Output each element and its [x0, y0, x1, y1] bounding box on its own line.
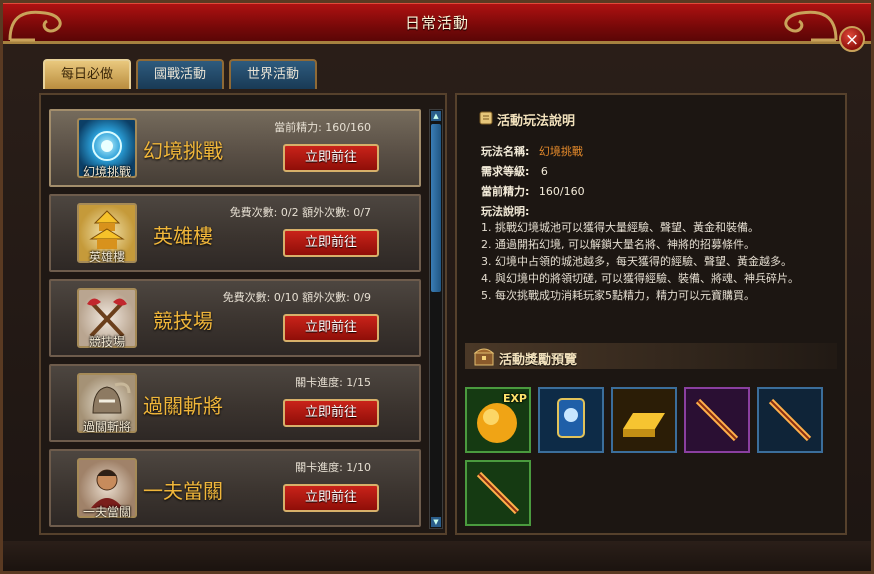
close-icon[interactable]: × — [839, 26, 865, 52]
go-now-button[interactable]: 立即前往 — [283, 144, 379, 172]
current-energy-row: 當前精力: 160/160 — [481, 183, 585, 199]
activity-info: 關卡進度: 1/10 — [295, 461, 371, 474]
section-title-rules: 活動玩法說明 — [497, 114, 576, 129]
activity-name: 過關斬將 — [143, 394, 223, 418]
window-footer — [3, 541, 871, 571]
activity-icon-label: 一夫當關 — [82, 505, 131, 519]
activity-info: 免費次數: 0/2 額外次數: 0/7 — [229, 206, 371, 219]
reward-blue-weapon[interactable] — [757, 387, 823, 453]
blue-sword-icon — [759, 389, 821, 451]
current-energy-label: 當前精力: — [481, 185, 530, 198]
list-item-hero-tower[interactable]: 英雄樓 英雄樓 免費次數: 0/2 額外次數: 0/7 立即前往 — [49, 194, 421, 272]
rule-line: 1. 挑戰幻境城池可以獲得大量經驗、聲望、黃金和裝備。 — [481, 221, 759, 234]
activity-name: 競技場 — [153, 309, 213, 333]
exp-tag: EXP — [502, 392, 527, 405]
activity-name: 一夫當關 — [143, 479, 223, 503]
scroll-icon — [479, 111, 493, 125]
scroll-down-icon[interactable]: ▼ — [431, 517, 441, 527]
list-scrollbar[interactable]: ▲ ▼ — [429, 109, 443, 529]
activity-icon-label: 過關斬將 — [82, 420, 131, 434]
required-level-row: 需求等級: 6 — [481, 163, 548, 179]
gold-bar-icon — [613, 389, 675, 451]
reward-exp[interactable]: EXP — [465, 387, 531, 453]
required-level-label: 需求等級: — [481, 165, 530, 178]
tab-war-activity[interactable]: 國戰活動 — [136, 59, 224, 89]
activity-info: 當前精力: 160/160 — [274, 121, 371, 134]
rule-line: 4. 與幻境中的將領切磋, 可以獲得經驗、裝備、將魂、神兵碎片。 — [481, 272, 799, 285]
rule-line: 5. 每次挑戰成功消耗玩家5點精力，精力可以元寶購買。 — [481, 289, 755, 302]
current-energy-value: 160/160 — [538, 185, 585, 198]
banner-icon — [540, 389, 602, 451]
activity-name: 英雄樓 — [153, 224, 213, 248]
detail-panel: 活動玩法說明 玩法名稱: 幻境挑戰 需求等級: 6 當前精力: 160/160 … — [455, 93, 847, 535]
list-item-one-man-gate[interactable]: 一夫當關 一夫當關 關卡進度: 1/10 立即前往 — [49, 449, 421, 527]
go-now-button[interactable]: 立即前往 — [283, 484, 379, 512]
scroll-up-icon[interactable]: ▲ — [431, 111, 441, 121]
required-level-value: 6 — [540, 165, 548, 178]
tab-world-activity[interactable]: 世界活動 — [229, 59, 317, 89]
activity-icon-label: 英雄樓 — [88, 250, 125, 264]
rules-description-label: 玩法說明: — [481, 205, 530, 218]
activity-window: 日常活動 × 每日必做 國戰活動 世界活動 幻境挑戰 幻境挑戰 當前精力: 16… — [0, 0, 874, 574]
reward-purple-weapon[interactable] — [684, 387, 750, 453]
list-item-arena[interactable]: 競技場 競技場 免費次數: 0/10 額外次數: 0/9 立即前往 — [49, 279, 421, 357]
treasure-chest-icon — [473, 348, 495, 366]
activity-info: 免費次數: 0/10 額外次數: 0/9 — [222, 291, 371, 304]
rules-description-label-row: 玩法說明: — [481, 203, 529, 219]
activity-info: 關卡進度: 1/15 — [295, 376, 371, 389]
green-sword-icon — [467, 462, 529, 524]
list-item-pass-and-slay[interactable]: 過關斬將 過關斬將 關卡進度: 1/15 立即前往 — [49, 364, 421, 442]
rule-name-value: 幻境挑戰 — [538, 145, 583, 158]
reward-banner[interactable] — [538, 387, 604, 453]
go-now-button[interactable]: 立即前往 — [283, 399, 379, 427]
scroll-thumb[interactable] — [431, 124, 441, 292]
reward-gold[interactable] — [611, 387, 677, 453]
activity-name: 幻境挑戰 — [143, 139, 223, 163]
rule-line: 2. 通過開拓幻境, 可以解鎖大量名將、神將的招募條件。 — [481, 238, 755, 251]
go-now-button[interactable]: 立即前往 — [283, 314, 379, 342]
activity-list: 幻境挑戰 幻境挑戰 當前精力: 160/160 立即前往 英雄樓 英雄樓 免費次… — [39, 93, 447, 535]
go-now-button[interactable]: 立即前往 — [283, 229, 379, 257]
tab-daily[interactable]: 每日必做 — [43, 59, 131, 89]
list-item-phantom-challenge[interactable]: 幻境挑戰 幻境挑戰 當前精力: 160/160 立即前往 — [49, 109, 421, 187]
activity-icon-label: 幻境挑戰 — [82, 165, 131, 179]
window-title: 日常活動 — [404, 14, 469, 32]
purple-sword-icon — [686, 389, 748, 451]
rule-name-row: 玩法名稱: 幻境挑戰 — [481, 143, 583, 159]
rule-name-label: 玩法名稱: — [481, 145, 530, 158]
rule-line: 3. 幻境中占領的城池越多，每天獲得的經驗、聲望、黃金越多。 — [481, 255, 792, 268]
corner-ornament-right — [784, 10, 838, 42]
title-bar: 日常活動 — [3, 3, 871, 44]
activity-icon-label: 競技場 — [88, 335, 125, 349]
reward-green-weapon[interactable] — [465, 460, 531, 526]
section-title-rewards: 活動獎勵預覽 — [499, 353, 578, 368]
